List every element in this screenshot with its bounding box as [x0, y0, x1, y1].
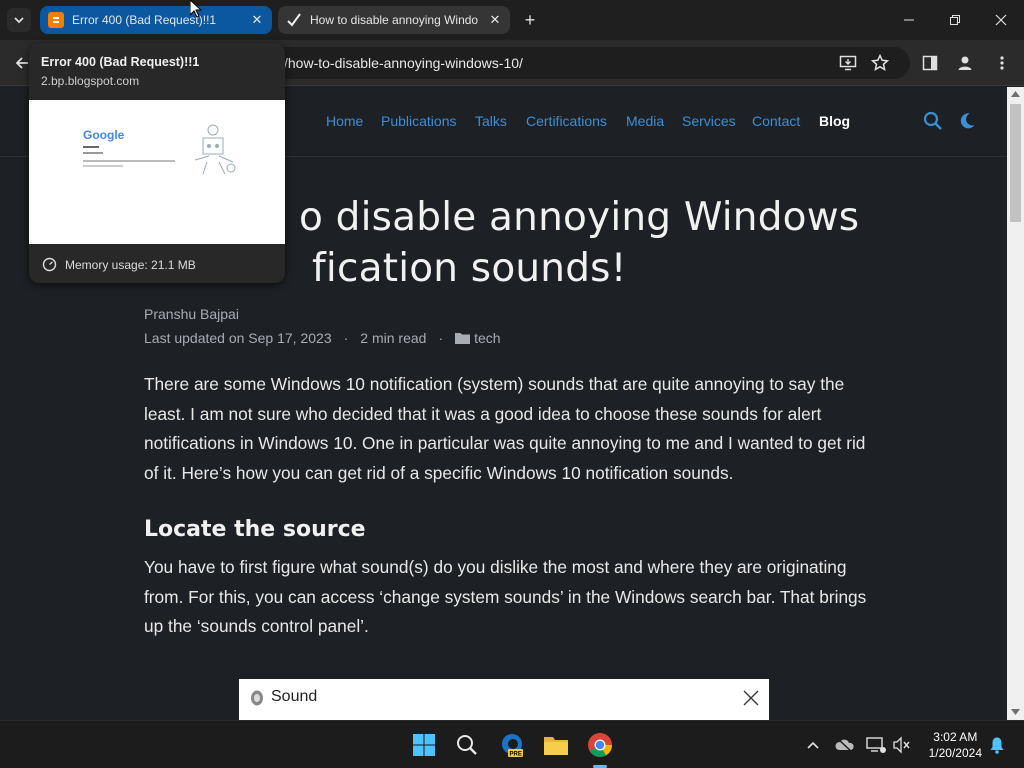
- sound-dialog-image: Sound: [239, 679, 769, 720]
- file-explorer-icon[interactable]: [540, 729, 572, 761]
- windows-start-icon[interactable]: [408, 729, 440, 761]
- arrow-left-icon: [15, 57, 28, 69]
- chrome-icon[interactable]: [584, 729, 616, 761]
- tab-title: Error 400 (Bad Request)!!1: [72, 13, 217, 27]
- post-meta: Last updated on Sep 17, 2023 · 2 min rea…: [144, 330, 501, 346]
- tab-title: How to disable annoying Windo: [310, 13, 479, 27]
- nav-services[interactable]: Services: [682, 113, 736, 129]
- error-text-line: [83, 165, 123, 167]
- hover-card-memory: Memory usage: 21.1 MB: [65, 258, 196, 272]
- nav-publications[interactable]: Publications: [381, 113, 457, 129]
- clock-time: 3:02 AM: [933, 730, 978, 744]
- post-author: Pranshu Bajpai: [144, 306, 239, 322]
- tab-preview-thumbnail: Google: [29, 100, 285, 244]
- meta-separator: ·: [343, 330, 349, 346]
- section-heading: Locate the source: [144, 517, 366, 542]
- nav-media[interactable]: Media: [626, 113, 664, 129]
- post-read-time: 2 min read: [360, 330, 427, 346]
- folder-icon: [455, 332, 471, 344]
- side-panel-button[interactable]: [918, 51, 942, 75]
- close-icon: [995, 14, 1007, 26]
- memory-gauge-icon: [42, 257, 57, 277]
- scrollbar-thumb[interactable]: [1010, 104, 1021, 222]
- nav-contact[interactable]: Contact: [752, 113, 800, 129]
- error-text-line: [83, 160, 175, 162]
- kebab-menu-icon: [1000, 56, 1004, 70]
- volume-muted-icon[interactable]: [886, 729, 918, 761]
- tab-how-to-disable[interactable]: How to disable annoying Windo ✕: [278, 6, 510, 34]
- mouse-cursor-icon: [190, 0, 202, 18]
- moon-icon[interactable]: [958, 112, 976, 135]
- nav-talks[interactable]: Talks: [475, 113, 507, 129]
- close-icon: [743, 690, 759, 711]
- menu-button[interactable]: [990, 51, 1014, 75]
- tab-strip: Error 400 (Bad Request)!!1 ✕ How to disa…: [0, 0, 1024, 40]
- error-text-line: [83, 146, 99, 148]
- side-panel-icon: [922, 55, 938, 71]
- search-icon[interactable]: [923, 111, 943, 136]
- url-text: /how-to-disable-annoying-windows-10/: [284, 55, 523, 71]
- scroll-up-arrow-icon[interactable]: [1011, 91, 1020, 97]
- restore-button[interactable]: [932, 0, 978, 40]
- nav-certifications[interactable]: Certifications: [526, 113, 607, 129]
- install-app-button[interactable]: [836, 51, 860, 75]
- post-paragraph: You have to first figure what sound(s) d…: [144, 557, 867, 637]
- post-paragraph: There are some Windows 10 notification (…: [144, 374, 866, 483]
- nav-blog[interactable]: Blog: [819, 113, 850, 129]
- post-category-link[interactable]: tech: [474, 330, 500, 346]
- profile-button[interactable]: [953, 51, 977, 75]
- restore-icon: [950, 15, 960, 25]
- tab-search-button[interactable]: [7, 8, 31, 32]
- tab-hover-card: Error 400 (Bad Request)!!1 2.bp.blogspot…: [29, 43, 285, 283]
- minimize-icon: [904, 19, 914, 21]
- error-text-line: [83, 152, 103, 154]
- chevron-up-icon[interactable]: [797, 729, 829, 761]
- chevron-down-icon: [14, 17, 24, 24]
- close-tab-icon[interactable]: ✕: [248, 11, 266, 29]
- windows-taskbar: PRE 3:02 AM 1/20/2024: [0, 720, 1024, 768]
- nav-home[interactable]: Home: [326, 113, 363, 129]
- search-icon[interactable]: [451, 729, 483, 761]
- meta-separator: ·: [438, 330, 444, 346]
- hover-card-title: Error 400 (Bad Request)!!1: [41, 55, 200, 69]
- speaker-icon: [249, 689, 265, 712]
- scroll-down-arrow-icon[interactable]: [1011, 709, 1020, 715]
- minimize-button[interactable]: [886, 0, 932, 40]
- onedrive-icon[interactable]: [829, 729, 861, 761]
- sound-dialog-title: Sound: [271, 688, 318, 705]
- system-clock[interactable]: 3:02 AM 1/20/2024: [929, 729, 982, 761]
- profile-icon: [958, 56, 972, 70]
- hover-card-domain: 2.bp.blogspot.com: [41, 74, 140, 88]
- svg-text:PRE: PRE: [510, 752, 522, 758]
- bookmark-button[interactable]: [868, 51, 892, 75]
- blogger-icon: [48, 12, 64, 28]
- install-icon: [839, 55, 857, 71]
- close-tab-icon[interactable]: ✕: [486, 11, 504, 29]
- bell-icon[interactable]: [981, 729, 1013, 761]
- post-updated: Last updated on Sep 17, 2023: [144, 330, 332, 346]
- edge-preview-icon[interactable]: PRE: [496, 729, 528, 761]
- new-tab-button[interactable]: +: [520, 10, 540, 30]
- clock-date: 1/20/2024: [928, 746, 982, 760]
- tab-error-400[interactable]: Error 400 (Bad Request)!!1 ✕: [40, 6, 272, 34]
- google-logo: Google: [83, 128, 125, 142]
- site-favicon-icon: [286, 12, 302, 28]
- star-icon: [871, 54, 889, 72]
- broken-robot-illustration: [194, 124, 236, 175]
- close-window-button[interactable]: [978, 0, 1024, 40]
- page-scrollbar[interactable]: [1007, 87, 1024, 720]
